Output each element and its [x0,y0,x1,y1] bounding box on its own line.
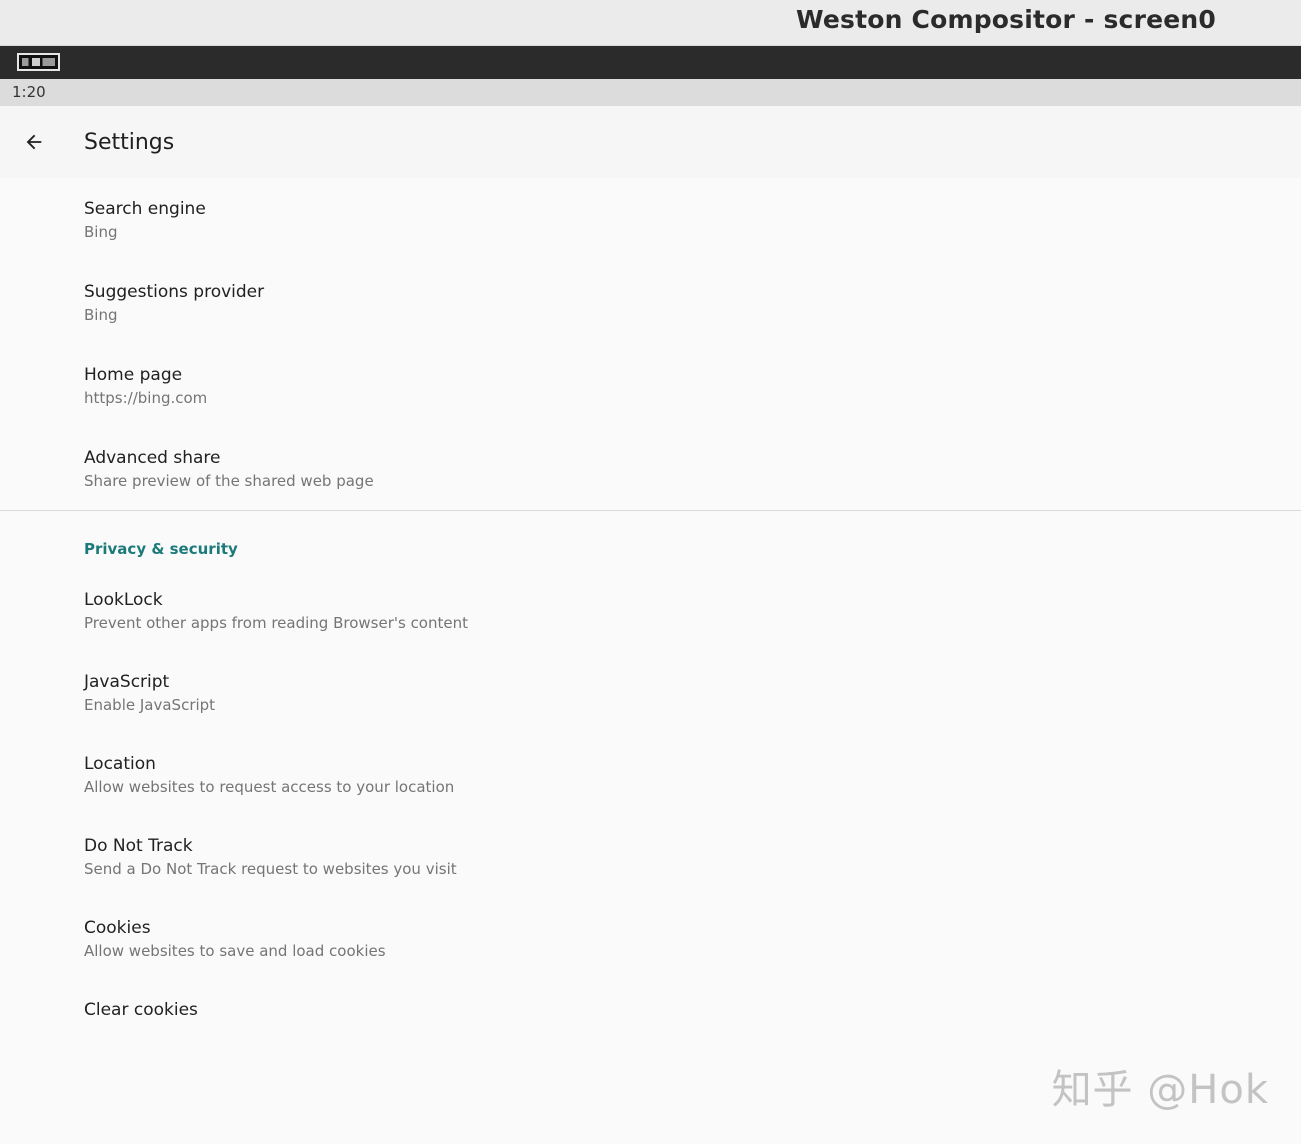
arrow-left-icon [26,134,42,150]
page-title: Settings [84,130,175,155]
setting-summary: Send a Do Not Track request to websites … [84,860,457,878]
category-privacy-security: Privacy & security [0,511,1301,571]
setting-title: Advanced share [84,448,221,468]
setting-summary: Bing [84,306,118,324]
setting-looklock[interactable]: LookLock Prevent other apps from reading… [0,571,1301,653]
setting-home-page[interactable]: Home page https://bing.com [0,344,1301,427]
setting-summary: Enable JavaScript [84,696,216,714]
watermark: 知乎 @Hok [1051,1067,1269,1113]
app-bar: Settings [0,106,1301,178]
window-titlebar[interactable]: Weston Compositor - screen0 [0,0,1301,46]
setting-title: Location [84,754,156,774]
category-title: Privacy & security [84,540,238,558]
status-bar: 1:20 [0,79,1301,106]
back-button[interactable] [14,122,54,162]
setting-title: Cookies [84,918,151,938]
setting-title: Do Not Track [84,836,193,856]
setting-title: Suggestions provider [84,282,265,302]
setting-advanced-share[interactable]: Advanced share Share preview of the shar… [0,427,1301,510]
setting-title: Home page [84,365,183,385]
setting-clear-cookies[interactable]: Clear cookies [0,981,1301,1063]
status-clock: 1:20 [12,83,46,101]
setting-summary: Allow websites to request access to your… [84,778,455,796]
setting-title: Search engine [84,199,206,219]
setting-title: LookLock [84,590,163,610]
setting-title: Clear cookies [84,1000,198,1020]
setting-summary: https://bing.com [84,389,208,407]
setting-cookies[interactable]: Cookies Allow websites to save and load … [0,899,1301,981]
setting-summary: Allow websites to save and load cookies [84,942,386,960]
terminal-icon[interactable] [17,53,60,71]
setting-suggestions-provider[interactable]: Suggestions provider Bing [0,261,1301,344]
setting-search-engine[interactable]: Search engine Bing [0,178,1301,261]
setting-summary: Share preview of the shared web page [84,472,374,490]
setting-location[interactable]: Location Allow websites to request acces… [0,735,1301,817]
setting-javascript[interactable]: JavaScript Enable JavaScript [0,653,1301,735]
setting-summary: Prevent other apps from reading Browser'… [84,614,468,632]
window-title: Weston Compositor - screen0 [795,5,1216,34]
settings-list: Search engine Bing Suggestions provider … [0,178,1301,1063]
setting-summary: Bing [84,223,118,241]
setting-do-not-track[interactable]: Do Not Track Send a Do Not Track request… [0,817,1301,899]
desktop-panel [0,46,1301,79]
setting-title: JavaScript [84,672,170,692]
